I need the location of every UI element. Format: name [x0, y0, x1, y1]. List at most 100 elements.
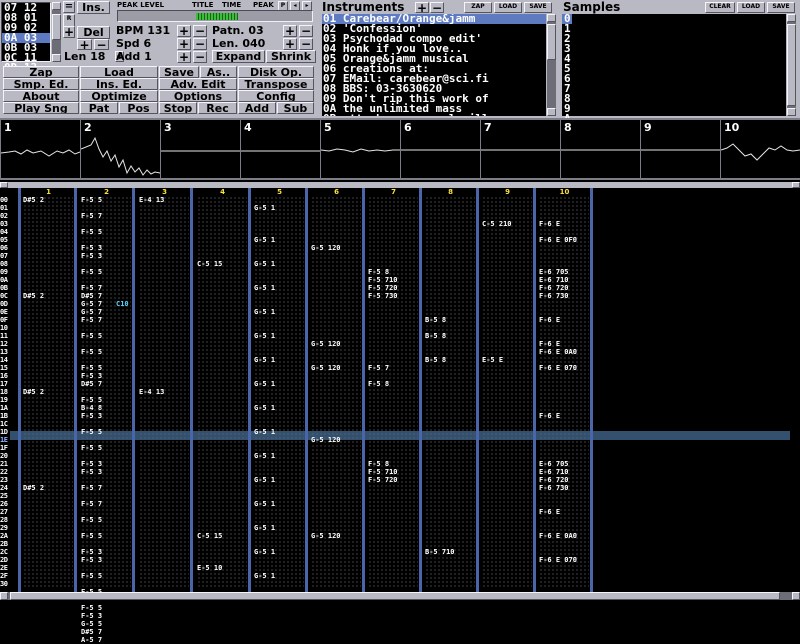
advanced-edit-button[interactable]: Adv. Edit: [159, 78, 237, 90]
pattern-note[interactable]: F-5 5: [81, 604, 102, 612]
channel-header-7[interactable]: 7: [365, 188, 422, 196]
pattern-note[interactable]: F-5 8: [368, 380, 389, 388]
sample-clear-button[interactable]: CLEAR: [705, 2, 735, 13]
pattern-note[interactable]: F-5 7: [81, 212, 102, 220]
scroll-right-icon[interactable]: [792, 592, 800, 600]
scroll-up-icon[interactable]: [52, 2, 61, 10]
pattern-note[interactable]: F-5 7: [368, 364, 389, 372]
instrument-zap-button[interactable]: ZAP: [464, 2, 492, 13]
pattern-note[interactable]: F-5 3: [81, 468, 102, 476]
scroll-up-icon[interactable]: [787, 14, 796, 22]
pattern-note[interactable]: E-6 710: [539, 468, 569, 476]
pattern-hscrollbar[interactable]: [0, 592, 800, 600]
pattern-note[interactable]: C-5 210: [482, 220, 512, 228]
pattern-note[interactable]: F-5 5: [81, 572, 102, 580]
pattern-note[interactable]: F-5 5: [81, 332, 102, 340]
pattern-note[interactable]: B-5 8: [425, 332, 446, 340]
pattern-note[interactable]: F-6 E: [539, 316, 560, 324]
transpose-button[interactable]: Transpose: [238, 78, 314, 90]
pattern-note[interactable]: F-5 710: [368, 276, 398, 284]
pattern-note[interactable]: C10: [116, 300, 129, 308]
pattern-note[interactable]: F-5 5: [81, 444, 102, 452]
instrument-row[interactable]: 0B attack or my soul will: [322, 113, 546, 116]
pattern-note[interactable]: F-6 E 0A0: [539, 532, 577, 540]
pattern-note[interactable]: A-5 7: [81, 636, 102, 644]
pattern-note[interactable]: F-5 710: [368, 468, 398, 476]
pattern-note[interactable]: G-5 7: [81, 308, 102, 316]
pattern-note[interactable]: F-5 7: [81, 316, 102, 324]
channel-header-8[interactable]: 8: [422, 188, 479, 196]
pattern-note[interactable]: F-5 730: [368, 292, 398, 300]
channel-header-10[interactable]: 10: [536, 188, 593, 196]
instrument-editor-button[interactable]: Ins. Ed.: [80, 78, 158, 90]
sample-save-button[interactable]: SAVE: [767, 2, 795, 13]
pattern-note[interactable]: F-5 7: [81, 500, 102, 508]
pattern-note[interactable]: F-5 5: [81, 516, 102, 524]
pattern-note[interactable]: G-5 7: [81, 300, 102, 308]
pattern-note[interactable]: G-5 1: [254, 548, 275, 556]
spd-minus-button[interactable]: −: [193, 38, 207, 50]
pattern-note[interactable]: G-5 1: [254, 476, 275, 484]
position-scroll-thumb[interactable]: [52, 14, 61, 40]
optimize-button[interactable]: Optimize: [80, 90, 158, 102]
position-scrollbar[interactable]: [52, 2, 61, 62]
pattern-note[interactable]: F-6 E 070: [539, 364, 577, 372]
pattern-note[interactable]: G-5 1: [254, 572, 275, 580]
patn-plus-button[interactable]: +: [283, 25, 297, 37]
pattern-note[interactable]: F-5 5: [81, 364, 102, 372]
pattern-note[interactable]: F-6 E 070: [539, 556, 577, 564]
sample-scroll-thumb[interactable]: [787, 24, 796, 106]
expand-button[interactable]: Expand: [212, 50, 265, 63]
pattern-note[interactable]: D#5 7: [81, 628, 102, 636]
pattern-note[interactable]: F-5 3: [81, 244, 102, 252]
pattern-note[interactable]: D#5 2: [23, 292, 44, 300]
pattern-note[interactable]: B-5 710: [425, 548, 455, 556]
pattern-note[interactable]: B-5 8: [425, 356, 446, 364]
bpm-plus-button[interactable]: +: [177, 25, 191, 37]
pattern-note[interactable]: D#5 2: [23, 196, 44, 204]
pattern-note[interactable]: F-5 8: [368, 268, 389, 276]
pattern-note[interactable]: B-5 8: [425, 316, 446, 324]
pos-inc-button[interactable]: +: [77, 39, 92, 50]
pattern-note[interactable]: F-5 3: [81, 252, 102, 260]
instrument-load-button[interactable]: LOAD: [494, 2, 522, 13]
pattern-note[interactable]: G-5 1: [254, 524, 275, 532]
pattern-note[interactable]: F-5 3: [81, 556, 102, 564]
pattern-note[interactable]: F-6 E: [539, 412, 560, 420]
pattern-hscroll-thumb[interactable]: [10, 592, 780, 600]
pattern-note[interactable]: F-6 730: [539, 292, 569, 300]
scroll-down-icon[interactable]: [547, 108, 556, 116]
pattern-note[interactable]: F-6 E: [539, 508, 560, 516]
channel-header-9[interactable]: 9: [479, 188, 536, 196]
pattern-note[interactable]: F-5 5: [81, 228, 102, 236]
play-song-button[interactable]: Play Sng: [3, 102, 79, 114]
sub-button[interactable]: Sub: [277, 102, 314, 114]
pos-dec-button[interactable]: −: [94, 39, 109, 50]
add-button[interactable]: Add: [238, 102, 276, 114]
instrument-scroll-thumb[interactable]: [547, 24, 556, 60]
pattern-note[interactable]: D#5 7: [81, 292, 102, 300]
play-position-button[interactable]: Pos: [119, 102, 158, 114]
pattern-note[interactable]: F-5 5: [81, 428, 102, 436]
pattern-note[interactable]: F-5 5: [81, 268, 102, 276]
patlen-minus-button[interactable]: −: [299, 38, 313, 50]
pattern-note[interactable]: G-5 120: [311, 436, 341, 444]
instrument-plus-button[interactable]: +: [415, 2, 429, 13]
load-button[interactable]: Load: [80, 66, 158, 78]
pattern-note[interactable]: F-5 720: [368, 284, 398, 292]
pos-insert-button[interactable]: Ins.: [77, 1, 110, 14]
pattern-note[interactable]: B-4 8: [81, 404, 102, 412]
shrink-button[interactable]: Shrink: [266, 50, 316, 63]
pattern-note[interactable]: G-5 120: [311, 364, 341, 372]
scroll-left-icon[interactable]: [0, 592, 8, 600]
instrument-list[interactable]: 01 Carebear/Orange&jamm 02 'Confession' 03…: [322, 14, 546, 116]
channel-header-2[interactable]: 2: [78, 188, 135, 196]
pattern-note[interactable]: D#5 2: [23, 484, 44, 492]
pattern-note[interactable]: D#5 2: [23, 388, 44, 396]
pattern-note[interactable]: G-5 1: [254, 380, 275, 388]
add-plus-button[interactable]: +: [177, 51, 191, 63]
scroll-down-icon[interactable]: [787, 108, 796, 116]
instrument-minus-button[interactable]: −: [430, 2, 444, 13]
pattern-scroll-left[interactable]: [0, 182, 8, 188]
config-button[interactable]: Config: [238, 90, 314, 102]
